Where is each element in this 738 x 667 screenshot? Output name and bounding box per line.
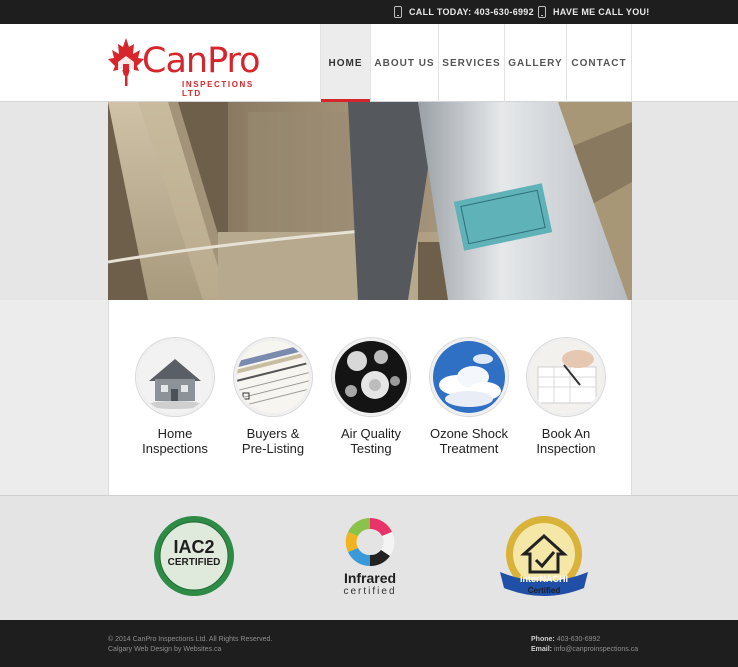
calendar-writing-image [527,338,605,416]
service-label-line: Pre-Listing [241,441,305,456]
infrared-main-text: Infrared [343,570,397,586]
mold-spores-image [332,338,410,416]
internachi-main-text: InterNACHI [519,574,568,584]
service-label-line: Ozone Shock [429,426,509,441]
blue-sky-image [430,338,508,416]
house-model-image [136,338,214,416]
iac2-main-text: IAC2 [173,537,215,557]
service-label-line: Inspections [142,441,208,456]
hero-image-attic-duct [108,102,632,300]
phone-icon [394,6,402,18]
service-label-line: Buyers & [246,426,300,441]
internachi-sub-text: Certified [527,586,561,595]
footer-contact: Phone: 403-630-6992 Email: info@canproin… [531,635,638,655]
service-label-line: Inspection [536,441,596,456]
hero-section [0,102,738,300]
nav-about-us[interactable]: ABOUT US [370,24,438,102]
nav-gallery-label: GALLERY [508,57,563,69]
service-label-line: Air Quality [341,426,401,441]
nav-home[interactable]: HOME [320,24,370,102]
service-label: Buyers & Pre-Listing [223,426,323,456]
site-footer: © 2014 CanPro Inspections Ltd. All Right… [0,620,738,667]
logo-name: CanPro [142,41,261,81]
footer-credit-link[interactable]: Calgary Web Design by Websites.ca [108,645,272,655]
infrared-certified-badge[interactable]: Infrared certified [332,514,408,602]
footer-email-label: Email: [531,646,553,653]
service-label-line: Book An [541,426,591,441]
service-label: Ozone Shock Treatment [419,426,519,456]
service-label-line: Home [157,426,193,441]
service-home-inspections[interactable]: Home Inspections [125,338,225,456]
nav-home-label: HOME [328,57,363,69]
call-me-link[interactable]: HAVE ME CALL YOU! [538,0,650,24]
iac2-certified-badge[interactable]: IAC2 CERTIFIED [152,514,236,598]
internachi-certified-badge[interactable]: InterNACHI Certified [498,514,590,600]
service-label: Home Inspections [125,426,225,456]
nav-gallery[interactable]: GALLERY [504,24,566,102]
top-bar: CALL TODAY: 403-630-6992 HAVE ME CALL YO… [0,0,738,24]
main-nav: HOME ABOUT US SERVICES GALLERY CONTACT [320,24,632,102]
footer-email-link[interactable]: info@canproinspections.ca [554,646,638,653]
nav-services-label: SERVICES [442,57,501,69]
call-today-link[interactable]: CALL TODAY: 403-630-6992 [394,0,534,24]
infrared-sub-text: certified [343,586,397,597]
iac2-sub-text: CERTIFIED [167,557,221,568]
service-ozone-shock-treatment[interactable]: Ozone Shock Treatment [419,338,519,456]
certification-badges: IAC2 CERTIFIED Infrared certified InterN… [0,495,738,620]
call-today-text: CALL TODAY: 403-630-6992 [409,7,534,17]
nav-contact-label: CONTACT [571,57,627,69]
maple-leaf-icon [108,38,144,86]
nav-contact[interactable]: CONTACT [566,24,632,102]
service-label: Air Quality Testing [321,426,421,456]
site-logo[interactable]: CanPro INSPECTIONS LTD [106,36,276,98]
service-buyers-pre-listing[interactable]: Buyers & Pre-Listing [223,338,323,456]
footer-copyright: © 2014 CanPro Inspections Ltd. All Right… [108,636,273,643]
site-header: CanPro INSPECTIONS LTD HOME ABOUT US SER… [0,24,738,102]
footer-left: © 2014 CanPro Inspections Ltd. All Right… [108,635,272,655]
service-label-line: Treatment [439,441,499,456]
service-label: Book An Inspection [516,426,616,456]
phone-icon [538,6,546,18]
service-book-an-inspection[interactable]: Book An Inspection [516,338,616,456]
call-me-text: HAVE ME CALL YOU! [553,7,650,17]
service-label-line: Testing [350,441,392,456]
logo-subtitle: INSPECTIONS LTD [182,80,254,98]
footer-phone-label: Phone: [531,636,555,643]
service-air-quality-testing[interactable]: Air Quality Testing [321,338,421,456]
nav-about-us-label: ABOUT US [374,57,435,69]
nav-services[interactable]: SERVICES [438,24,504,102]
services-section: Home Inspections Buyers & Pre-Listing Ai… [108,300,632,495]
inspection-checklist-image [234,338,312,416]
infrared-logo-icon [345,517,395,567]
footer-phone[interactable]: 403-630-6992 [557,636,601,643]
